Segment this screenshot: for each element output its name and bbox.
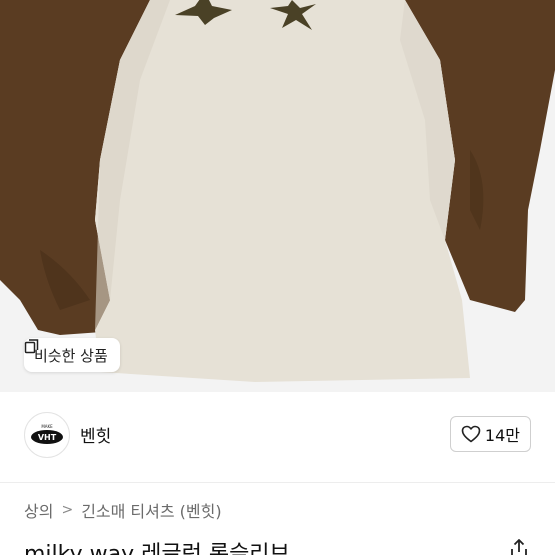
similar-products-label: 비슷한 상품 <box>34 346 108 365</box>
product-photo <box>0 0 555 392</box>
heart-icon <box>461 425 481 443</box>
share-icon[interactable] <box>509 538 529 555</box>
like-count: 14만 <box>484 426 520 445</box>
svg-text:VHT: VHT <box>38 433 57 442</box>
product-page: 비슷한 상품 MAKE VHT 벤힛 14만 상의 > 긴소매 티셔츠 (벤힛)… <box>0 0 555 555</box>
similar-icon <box>24 339 39 354</box>
breadcrumb: 상의 > 긴소매 티셔츠 (벤힛) <box>24 498 222 522</box>
shop-info-row: MAKE VHT 벤힛 14만 <box>0 392 555 483</box>
breadcrumb-item-subcategory[interactable]: 긴소매 티셔츠 (벤힛) <box>81 498 221 522</box>
shop-name[interactable]: 벤힛 <box>80 422 111 447</box>
product-image[interactable]: 비슷한 상품 <box>0 0 555 392</box>
product-title: milky way 레글런 롱슬리브 <box>24 542 290 555</box>
like-button[interactable]: 14만 <box>449 416 531 452</box>
breadcrumb-item-category[interactable]: 상의 <box>24 498 53 522</box>
breadcrumb-separator: > <box>61 502 74 518</box>
shop-logo-mark: MAKE VHT <box>31 424 63 444</box>
similar-products-button[interactable]: 비슷한 상품 <box>24 338 120 372</box>
shop-logo[interactable]: MAKE VHT <box>24 412 70 458</box>
svg-text:MAKE: MAKE <box>41 424 53 429</box>
